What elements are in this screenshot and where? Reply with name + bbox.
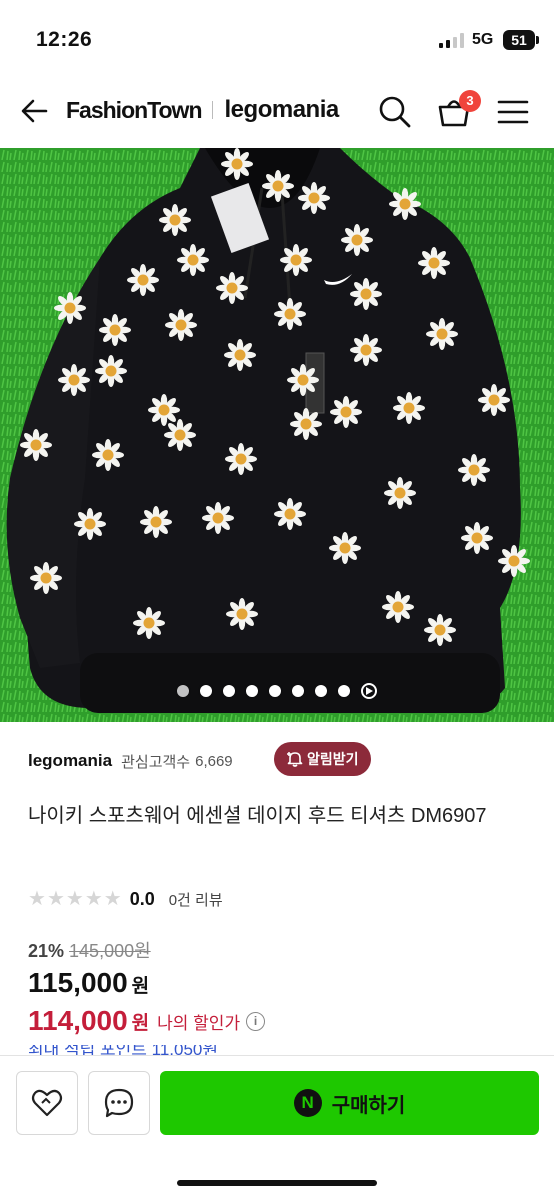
follower-label: 관심고객수 [121, 753, 191, 771]
brand-logo[interactable]: FashionTown legomania [66, 96, 339, 124]
chat-button[interactable] [88, 1071, 150, 1135]
product-image[interactable] [0, 148, 554, 722]
cart-count-badge: 3 [459, 90, 481, 112]
npay-icon: N [293, 1089, 322, 1117]
carousel-dot[interactable] [223, 685, 235, 697]
my-price-unit: 원 [131, 1012, 150, 1034]
brand-main: FashionTown [66, 96, 203, 123]
alarm-label: 알림받기 [307, 751, 359, 767]
carousel-dot[interactable] [315, 685, 327, 697]
search-icon[interactable] [377, 94, 413, 130]
seller-name[interactable]: legomania [28, 751, 112, 771]
home-indicator [177, 1180, 377, 1186]
battery-icon: 51 [503, 30, 539, 50]
rating-value: 0.0 [129, 888, 155, 909]
menu-icon[interactable] [496, 96, 530, 128]
carousel-dot[interactable] [246, 685, 258, 697]
network-label: 5G [472, 31, 494, 48]
status-bar: 12:26 5G 51 [0, 0, 554, 78]
brand-store-name: legomania [224, 96, 340, 123]
carousel-dot[interactable] [200, 685, 212, 697]
my-price-row: 114,000 원 나의 할인가 i [28, 1005, 266, 1037]
info-icon[interactable]: i [246, 1011, 266, 1031]
signal-icon [439, 33, 464, 48]
buy-label: 구매하기 [331, 1094, 406, 1117]
discount-rate: 21% [28, 941, 65, 961]
sale-price: 115,000 [28, 967, 128, 998]
app-header: FashionTown legomania [0, 78, 554, 146]
carousel-dot[interactable] [177, 685, 189, 697]
rating-stars: ★ ★ ★ ★ ★ [28, 889, 122, 909]
my-price: 114,000 [28, 1005, 128, 1036]
carousel-dot[interactable] [269, 685, 281, 697]
status-time: 12:26 [36, 28, 93, 51]
rating-row[interactable]: ★ ★ ★ ★ ★ 0.0 0건 리뷰 [28, 885, 223, 913]
sale-price-unit: 원 [131, 976, 150, 997]
bottom-action-bar: N 구매하기 [0, 1055, 554, 1200]
my-price-label: 나의 할인가 [157, 1013, 241, 1033]
buy-button[interactable]: N 구매하기 [160, 1071, 539, 1135]
heart-icon [31, 1089, 63, 1117]
original-price: 145,000원 [69, 941, 151, 961]
price-row: 115,000 원 [28, 967, 149, 999]
back-arrow-icon[interactable] [18, 94, 52, 128]
review-count[interactable]: 0건 리뷰 [169, 889, 223, 910]
carousel-dot[interactable] [292, 685, 304, 697]
chat-icon [104, 1088, 134, 1118]
hoodie-photo [0, 148, 554, 722]
star-icon: ★ [65, 888, 84, 910]
bell-plus-icon [287, 752, 303, 767]
alarm-button[interactable]: 알림받기 [274, 742, 371, 776]
carousel-dots[interactable] [0, 683, 554, 699]
carousel-dot[interactable] [338, 685, 350, 697]
play-icon[interactable] [361, 683, 377, 699]
follower-count: 6,669 [195, 752, 233, 770]
wish-button[interactable] [16, 1071, 78, 1135]
star-icon: ★ [84, 888, 103, 910]
brand-separator [211, 101, 213, 119]
star-icon: ★ [103, 888, 122, 910]
product-title: 나이키 스포츠웨어 에센셜 데이지 후드 티셔츠 DM6907 [28, 805, 487, 827]
discount-row: 21% 145,000원 [28, 937, 151, 963]
star-icon: ★ [28, 888, 46, 910]
star-icon: ★ [46, 888, 65, 910]
